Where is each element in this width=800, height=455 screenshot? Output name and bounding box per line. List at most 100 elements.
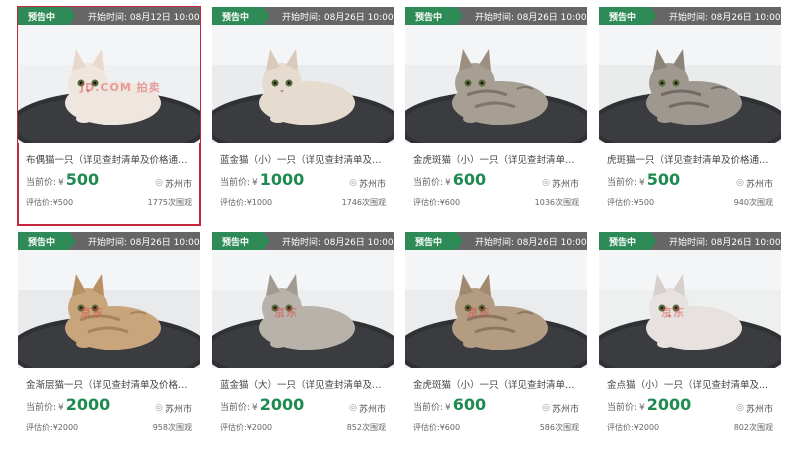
cat-photo[interactable]: 京东 [405,250,587,368]
footer-row: 评估价:¥1000 1746次围观 [212,191,394,208]
current-price: 500 [65,170,100,189]
cat-photo[interactable] [212,25,394,143]
evaluation-price: 评估价:¥500 [26,198,74,207]
city-name: 苏州市 [358,179,386,190]
location: ◎ 苏州市 [155,402,192,415]
price-label: 当前价: [220,178,251,188]
price-row: 当前价: ¥ 500 ◎ 苏州市 [18,167,200,191]
item-title[interactable]: 金渐层猫一只（详见查封清单及价格通... [18,368,200,392]
location: ◎ 苏州市 [155,177,192,190]
price-row: 当前价: ¥ 2000 ◎ 苏州市 [212,392,394,416]
footer-row: 评估价:¥500 1775次围观 [18,191,200,208]
start-time: 开始时间: 08月26日 10:00 [669,237,781,248]
footer-row: 评估价:¥600 1036次围观 [405,191,587,208]
evaluation-price: 评估价:¥1000 [220,198,273,207]
city-name: 苏州市 [745,179,773,190]
cat-photo[interactable]: 京东 [599,250,781,368]
price-label: 当前价: [26,178,57,188]
item-title[interactable]: 布偶猫一只（详见查封清单及价格通知... [18,143,200,167]
view-count: 958次围观 [152,423,192,432]
price-row: 当前价: ¥ 2000 ◎ 苏州市 [599,392,781,416]
currency-symbol: ¥ [252,178,258,188]
view-count: 802次围观 [733,423,773,432]
start-time: 开始时间: 08月26日 10:00 [475,237,587,248]
evaluation-price: 评估价:¥2000 [220,423,273,432]
cat-photo[interactable]: JD.COM 拍卖 [18,25,200,143]
auction-card[interactable]: 预告中 开始时间: 08月26日 10:00 京东 金虎斑猫（小）一只（详见查封… [405,232,587,450]
view-count: 852次围观 [346,423,386,432]
price-label: 当前价: [607,403,638,413]
location-pin-icon: ◎ [349,178,357,188]
current-price: 2000 [259,395,305,414]
status-badge: 预告中 [212,232,270,250]
currency-symbol: ¥ [445,403,451,413]
item-title[interactable]: 金虎斑猫（小）一只（详见查封清单及... [405,368,587,392]
current-price: 500 [646,170,681,189]
view-count: 1775次围观 [147,198,192,207]
current-price: 2000 [646,395,692,414]
location-pin-icon: ◎ [542,403,550,413]
price-label: 当前价: [413,178,444,188]
location: ◎ 苏州市 [542,177,579,190]
city-name: 苏州市 [358,404,386,415]
evaluation-price: 评估价:¥600 [413,198,461,207]
price-label: 当前价: [413,403,444,413]
evaluation-price: 评估价:¥2000 [607,423,660,432]
city-name: 苏州市 [551,404,579,415]
price-row: 当前价: ¥ 1000 ◎ 苏州市 [212,167,394,191]
view-count: 940次围观 [733,198,773,207]
location: ◎ 苏州市 [349,177,386,190]
auction-topbar: 预告中 开始时间: 08月12日 10:00 [18,7,200,25]
auction-card[interactable]: 预告中 开始时间: 08月26日 10:00 京东 金点猫（小）一只（详见查封清… [599,232,781,450]
status-badge: 预告中 [405,232,463,250]
city-name: 苏州市 [551,179,579,190]
currency-symbol: ¥ [58,178,64,188]
start-time: 开始时间: 08月26日 10:00 [88,237,200,248]
price-row: 当前价: ¥ 500 ◎ 苏州市 [599,167,781,191]
status-badge: 预告中 [405,7,463,25]
item-title[interactable]: 金虎斑猫（小）一只（详见查封清单及... [405,143,587,167]
item-title[interactable]: 虎斑猫一只（详见查封清单及价格通知... [599,143,781,167]
currency-symbol: ¥ [639,178,645,188]
auction-card[interactable]: 预告中 开始时间: 08月26日 10:00 京东 金渐层猫一只（详见查封清单及… [18,232,200,450]
auction-topbar: 预告中 开始时间: 08月26日 10:00 [599,7,781,25]
view-count: 1036次围观 [534,198,579,207]
city-name: 苏州市 [164,404,192,415]
auction-topbar: 预告中 开始时间: 08月26日 10:00 [212,232,394,250]
location: ◎ 苏州市 [736,402,773,415]
view-count: 1746次围观 [341,198,386,207]
item-title[interactable]: 蓝金猫（大）一只（详见查封清单及价... [212,368,394,392]
auction-grid: 预告中 开始时间: 08月12日 10:00 JD.COM 拍卖 布偶猫一只（详… [0,0,800,455]
auction-topbar: 预告中 开始时间: 08月26日 10:00 [405,7,587,25]
current-price: 1000 [259,170,305,189]
start-time: 开始时间: 08月26日 10:00 [669,12,781,23]
auction-card[interactable]: 预告中 开始时间: 08月26日 10:00 金虎斑猫（小）一只（详见查封清单及… [405,7,587,225]
location-pin-icon: ◎ [155,403,163,413]
auction-card[interactable]: 预告中 开始时间: 08月12日 10:00 JD.COM 拍卖 布偶猫一只（详… [17,6,201,226]
status-badge: 预告中 [212,7,270,25]
auction-topbar: 预告中 开始时间: 08月26日 10:00 [599,232,781,250]
evaluation-price: 评估价:¥600 [413,423,461,432]
location-pin-icon: ◎ [736,178,744,188]
currency-symbol: ¥ [639,403,645,413]
auction-card[interactable]: 预告中 开始时间: 08月26日 10:00 虎斑猫一只（详见查封清单及价格通知… [599,7,781,225]
current-price: 2000 [65,395,111,414]
city-name: 苏州市 [164,179,192,190]
cat-photo[interactable]: 京东 [18,250,200,368]
start-time: 开始时间: 08月26日 10:00 [282,237,394,248]
item-title[interactable]: 金点猫（小）一只（详见查封清单及... [599,368,781,392]
location-pin-icon: ◎ [155,178,163,188]
price-label: 当前价: [607,178,638,188]
cat-photo[interactable]: 京东 [212,250,394,368]
cat-photo[interactable] [405,25,587,143]
auction-card[interactable]: 预告中 开始时间: 08月26日 10:00 京东 蓝金猫（大）一只（详见查封清… [212,232,394,450]
location: ◎ 苏州市 [736,177,773,190]
item-title[interactable]: 蓝金猫（小）一只（详见查封清单及价... [212,143,394,167]
auction-card[interactable]: 预告中 开始时间: 08月26日 10:00 蓝金猫（小）一只（详见查封清单及价… [212,7,394,225]
location-pin-icon: ◎ [542,178,550,188]
status-badge: 预告中 [599,7,657,25]
price-row: 当前价: ¥ 2000 ◎ 苏州市 [18,392,200,416]
price-row: 当前价: ¥ 600 ◎ 苏州市 [405,392,587,416]
cat-photo[interactable] [599,25,781,143]
footer-row: 评估价:¥600 586次围观 [405,416,587,433]
